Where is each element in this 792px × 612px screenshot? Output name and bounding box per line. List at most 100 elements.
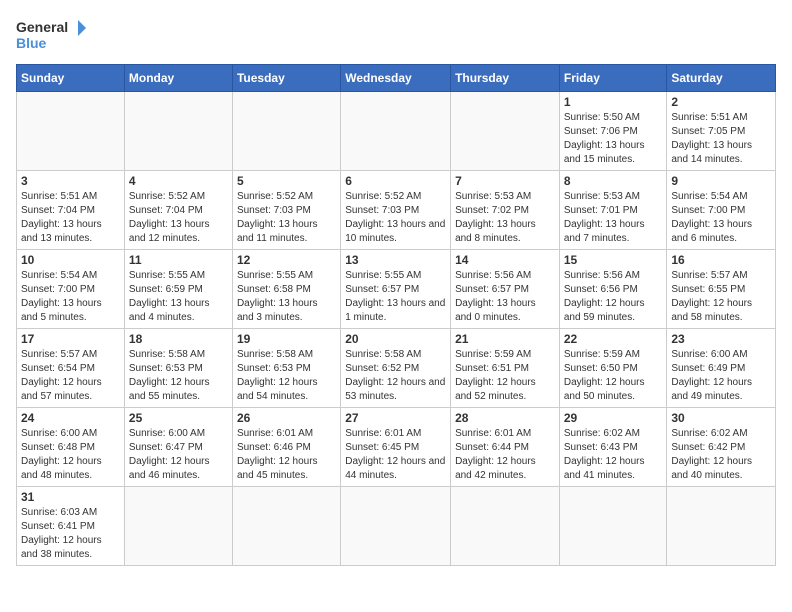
day-info: Sunrise: 5:53 AM Sunset: 7:02 PM Dayligh… <box>455 190 555 246</box>
calendar-cell <box>451 92 560 171</box>
calendar-cell <box>559 487 667 566</box>
svg-text:Blue: Blue <box>16 35 47 51</box>
calendar-cell: 5Sunrise: 5:52 AM Sunset: 7:03 PM Daylig… <box>232 171 340 250</box>
calendar-cell: 16 Sunrise: 5:57 AM Sunset: 6:55 PM Dayli… <box>667 250 776 329</box>
day-number: 28 <box>455 411 555 425</box>
day-number: 6 <box>345 174 446 188</box>
day-info: Sunrise: 5:52 AM Sunset: 7:03 PM Dayligh… <box>345 190 446 246</box>
calendar-cell <box>667 487 776 566</box>
calendar-cell: 21 Sunrise: 5:59 AM Sunset: 6:51 PM Dayli… <box>451 329 560 408</box>
day-number: 11 <box>129 253 228 267</box>
calendar-header-row: SundayMondayTuesdayWednesdayThursdayFrid… <box>17 65 776 92</box>
calendar-cell: 17 Sunrise: 5:57 AM Sunset: 6:54 PM Dayli… <box>17 329 125 408</box>
day-number: 19 <box>237 332 336 346</box>
calendar-cell <box>451 487 560 566</box>
day-info: Sunrise: 5:58 AM Sunset: 6:52 PM Dayligh… <box>345 348 446 404</box>
calendar-week-row: 24Sunrise: 6:00 AM Sunset: 6:48 PM Dayli… <box>17 408 776 487</box>
calendar-cell <box>232 92 340 171</box>
calendar-cell: 25 Sunrise: 6:00 AM Sunset: 6:47 PM Dayli… <box>124 408 232 487</box>
column-header-thursday: Thursday <box>451 65 560 92</box>
day-info: Sunrise: 6:01 AM Sunset: 6:46 PM Dayligh… <box>237 427 336 483</box>
day-info: Sunrise: 5:56 AM Sunset: 6:56 PM Dayligh… <box>564 269 663 325</box>
svg-text:General: General <box>16 19 68 35</box>
calendar-table: SundayMondayTuesdayWednesdayThursdayFrid… <box>16 64 776 566</box>
day-info: Sunrise: 6:00 AM Sunset: 6:47 PM Dayligh… <box>129 427 228 483</box>
day-number: 2 <box>671 95 771 109</box>
day-number: 15 <box>564 253 663 267</box>
day-info: Sunrise: 6:00 AM Sunset: 6:49 PM Dayligh… <box>671 348 771 404</box>
day-number: 10 <box>21 253 120 267</box>
calendar-cell: 27Sunrise: 6:01 AM Sunset: 6:45 PM Dayli… <box>341 408 451 487</box>
calendar-cell: 26 Sunrise: 6:01 AM Sunset: 6:46 PM Dayli… <box>232 408 340 487</box>
day-info: Sunrise: 5:57 AM Sunset: 6:54 PM Dayligh… <box>21 348 120 404</box>
calendar-cell <box>232 487 340 566</box>
day-number: 16 <box>671 253 771 267</box>
day-info: Sunrise: 6:00 AM Sunset: 6:48 PM Dayligh… <box>21 427 120 483</box>
day-info: Sunrise: 5:54 AM Sunset: 7:00 PM Dayligh… <box>671 190 771 246</box>
calendar-cell: 8Sunrise: 5:53 AM Sunset: 7:01 PM Daylig… <box>559 171 667 250</box>
calendar-week-row: 17 Sunrise: 5:57 AM Sunset: 6:54 PM Dayli… <box>17 329 776 408</box>
day-info: Sunrise: 5:51 AM Sunset: 7:04 PM Dayligh… <box>21 190 120 246</box>
day-number: 3 <box>21 174 120 188</box>
calendar-cell <box>341 92 451 171</box>
calendar-cell: 31 Sunrise: 6:03 AM Sunset: 6:41 PM Dayli… <box>17 487 125 566</box>
day-info: Sunrise: 5:57 AM Sunset: 6:55 PM Dayligh… <box>671 269 771 325</box>
day-number: 29 <box>564 411 663 425</box>
calendar-cell <box>17 92 125 171</box>
day-info: Sunrise: 6:03 AM Sunset: 6:41 PM Dayligh… <box>21 506 120 562</box>
day-info: Sunrise: 5:50 AM Sunset: 7:06 PM Dayligh… <box>564 111 663 167</box>
day-number: 14 <box>455 253 555 267</box>
day-number: 5 <box>237 174 336 188</box>
day-info: Sunrise: 5:58 AM Sunset: 6:53 PM Dayligh… <box>129 348 228 404</box>
logo: General Blue <box>16 16 86 56</box>
calendar-cell <box>124 487 232 566</box>
day-info: Sunrise: 6:01 AM Sunset: 6:44 PM Dayligh… <box>455 427 555 483</box>
calendar-cell: 14 Sunrise: 5:56 AM Sunset: 6:57 PM Dayli… <box>451 250 560 329</box>
column-header-sunday: Sunday <box>17 65 125 92</box>
calendar-week-row: 10 Sunrise: 5:54 AM Sunset: 7:00 PM Dayli… <box>17 250 776 329</box>
calendar-cell: 22 Sunrise: 5:59 AM Sunset: 6:50 PM Dayli… <box>559 329 667 408</box>
day-number: 26 <box>237 411 336 425</box>
calendar-cell: 3 Sunrise: 5:51 AM Sunset: 7:04 PM Daylig… <box>17 171 125 250</box>
calendar-cell: 9 Sunrise: 5:54 AM Sunset: 7:00 PM Daylig… <box>667 171 776 250</box>
column-header-friday: Friday <box>559 65 667 92</box>
day-info: Sunrise: 6:02 AM Sunset: 6:42 PM Dayligh… <box>671 427 771 483</box>
day-number: 31 <box>21 490 120 504</box>
day-info: Sunrise: 6:01 AM Sunset: 6:45 PM Dayligh… <box>345 427 446 483</box>
day-number: 9 <box>671 174 771 188</box>
calendar-week-row: 1 Sunrise: 5:50 AM Sunset: 7:06 PM Daylig… <box>17 92 776 171</box>
day-number: 13 <box>345 253 446 267</box>
calendar-cell: 11 Sunrise: 5:55 AM Sunset: 6:59 PM Dayli… <box>124 250 232 329</box>
calendar-cell: 6 Sunrise: 5:52 AM Sunset: 7:03 PM Daylig… <box>341 171 451 250</box>
page-header: General Blue <box>16 16 776 56</box>
calendar-cell: 23 Sunrise: 6:00 AM Sunset: 6:49 PM Dayli… <box>667 329 776 408</box>
day-number: 22 <box>564 332 663 346</box>
day-info: Sunrise: 5:56 AM Sunset: 6:57 PM Dayligh… <box>455 269 555 325</box>
logo-svg: General Blue <box>16 16 86 56</box>
day-number: 17 <box>21 332 120 346</box>
day-number: 25 <box>129 411 228 425</box>
day-number: 23 <box>671 332 771 346</box>
day-info: Sunrise: 5:55 AM Sunset: 6:59 PM Dayligh… <box>129 269 228 325</box>
calendar-cell <box>124 92 232 171</box>
day-info: Sunrise: 6:02 AM Sunset: 6:43 PM Dayligh… <box>564 427 663 483</box>
day-number: 30 <box>671 411 771 425</box>
day-info: Sunrise: 5:54 AM Sunset: 7:00 PM Dayligh… <box>21 269 120 325</box>
day-number: 1 <box>564 95 663 109</box>
day-info: Sunrise: 5:59 AM Sunset: 6:50 PM Dayligh… <box>564 348 663 404</box>
column-header-tuesday: Tuesday <box>232 65 340 92</box>
day-info: Sunrise: 5:59 AM Sunset: 6:51 PM Dayligh… <box>455 348 555 404</box>
calendar-cell: 28 Sunrise: 6:01 AM Sunset: 6:44 PM Dayli… <box>451 408 560 487</box>
calendar-cell: 7Sunrise: 5:53 AM Sunset: 7:02 PM Daylig… <box>451 171 560 250</box>
day-info: Sunrise: 5:53 AM Sunset: 7:01 PM Dayligh… <box>564 190 663 246</box>
calendar-cell: 13Sunrise: 5:55 AM Sunset: 6:57 PM Dayli… <box>341 250 451 329</box>
calendar-cell <box>341 487 451 566</box>
day-number: 12 <box>237 253 336 267</box>
calendar-week-row: 31 Sunrise: 6:03 AM Sunset: 6:41 PM Dayli… <box>17 487 776 566</box>
calendar-cell: 2Sunrise: 5:51 AM Sunset: 7:05 PM Daylig… <box>667 92 776 171</box>
day-number: 4 <box>129 174 228 188</box>
day-info: Sunrise: 5:58 AM Sunset: 6:53 PM Dayligh… <box>237 348 336 404</box>
column-header-saturday: Saturday <box>667 65 776 92</box>
day-number: 21 <box>455 332 555 346</box>
day-info: Sunrise: 5:55 AM Sunset: 6:58 PM Dayligh… <box>237 269 336 325</box>
